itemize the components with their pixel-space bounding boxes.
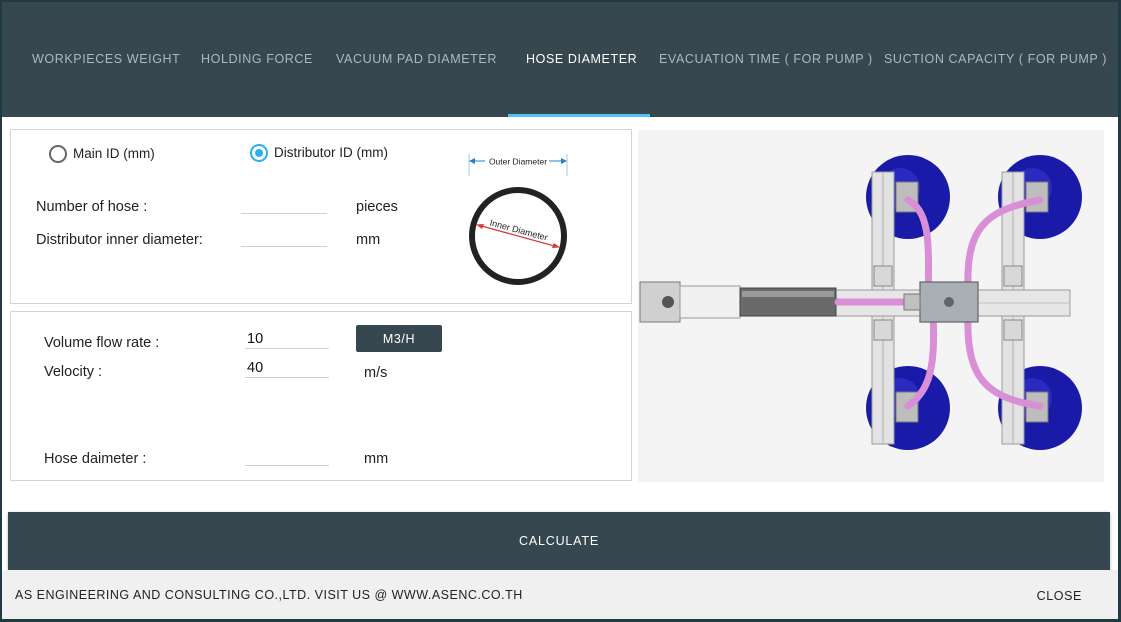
hose-diameter-output[interactable] [245, 446, 329, 466]
arm-coupling [679, 285, 741, 319]
number-of-hose-label: Number of hose : [36, 199, 148, 215]
clamp-right-upper [1003, 265, 1023, 287]
tab-holding-force[interactable]: HOLDING FORCE [201, 52, 313, 66]
flow-unit-button[interactable]: M3/H [356, 325, 442, 352]
tab-vacuum-pad-diameter[interactable]: VACUUM PAD DIAMETER [336, 52, 497, 66]
clamp-right-lower [1003, 319, 1023, 341]
distributor-inner-diameter-label: Distributor inner diameter: [36, 232, 203, 248]
tab-evacuation-time[interactable]: EVACUATION TIME ( FOR PUMP ) [659, 52, 873, 66]
company-footer-text: AS ENGINEERING AND CONSULTING CO.,LTD. V… [15, 588, 523, 602]
vacuum-gripper-illustration [638, 130, 1104, 482]
tab-suction-capacity[interactable]: SUCTION CAPACITY ( FOR PUMP ) [884, 52, 1107, 66]
close-button[interactable]: CLOSE [1037, 589, 1082, 603]
tab-bar: WORKPIECES WEIGHT HOLDING FORCE VACUUM P… [2, 2, 1118, 117]
radio-checked-icon[interactable] [250, 144, 268, 162]
pieces-unit: pieces [356, 199, 398, 215]
velocity-unit: m/s [364, 365, 388, 381]
number-of-hose-input[interactable] [241, 194, 327, 214]
arm-bolt-icon [662, 296, 674, 308]
hose-cross-section-diagram: Outer Diameter Inner Diameter [468, 154, 568, 285]
tab-workpieces-weight[interactable]: WORKPIECES WEIGHT [32, 52, 180, 66]
distributor-inner-diameter-input[interactable] [241, 227, 327, 247]
clamp-left-upper [873, 265, 893, 287]
radio-distributor-id-label[interactable]: Distributor ID (mm) [274, 145, 388, 160]
clamp-left-lower [873, 319, 893, 341]
footer-bar: AS ENGINEERING AND CONSULTING CO.,LTD. V… [2, 570, 1118, 619]
volume-flow-rate-label: Volume flow rate : [44, 335, 160, 351]
radio-main-id-label[interactable]: Main ID (mm) [73, 146, 155, 161]
dialog-window: WORKPIECES WEIGHT HOLDING FORCE VACUUM P… [2, 2, 1118, 619]
hose-diameter-unit: mm [364, 451, 389, 467]
distributor-inlet-fitting [903, 293, 921, 311]
radio-unchecked-icon[interactable] [49, 145, 67, 163]
calculate-button[interactable]: CALCULATE [8, 512, 1110, 570]
inner-arrow-right-icon [552, 243, 560, 248]
outer-arrow-right-icon [561, 158, 567, 164]
volume-flow-rate-input[interactable] [245, 329, 329, 349]
outer-arrow-left-icon [469, 158, 475, 164]
distributor-port-icon [944, 297, 954, 307]
hose-diameter-label: Hose daimeter : [44, 451, 147, 467]
velocity-input[interactable] [245, 358, 329, 378]
outer-diameter-label: Outer Diameter [489, 157, 547, 167]
active-tab-indicator [508, 114, 650, 117]
cylinder-highlight [742, 291, 834, 297]
mm-unit: mm [356, 232, 381, 248]
inner-arrow-left-icon [476, 224, 484, 229]
tab-hose-diameter[interactable]: HOSE DIAMETER [526, 52, 637, 66]
velocity-label: Velocity : [44, 364, 103, 380]
